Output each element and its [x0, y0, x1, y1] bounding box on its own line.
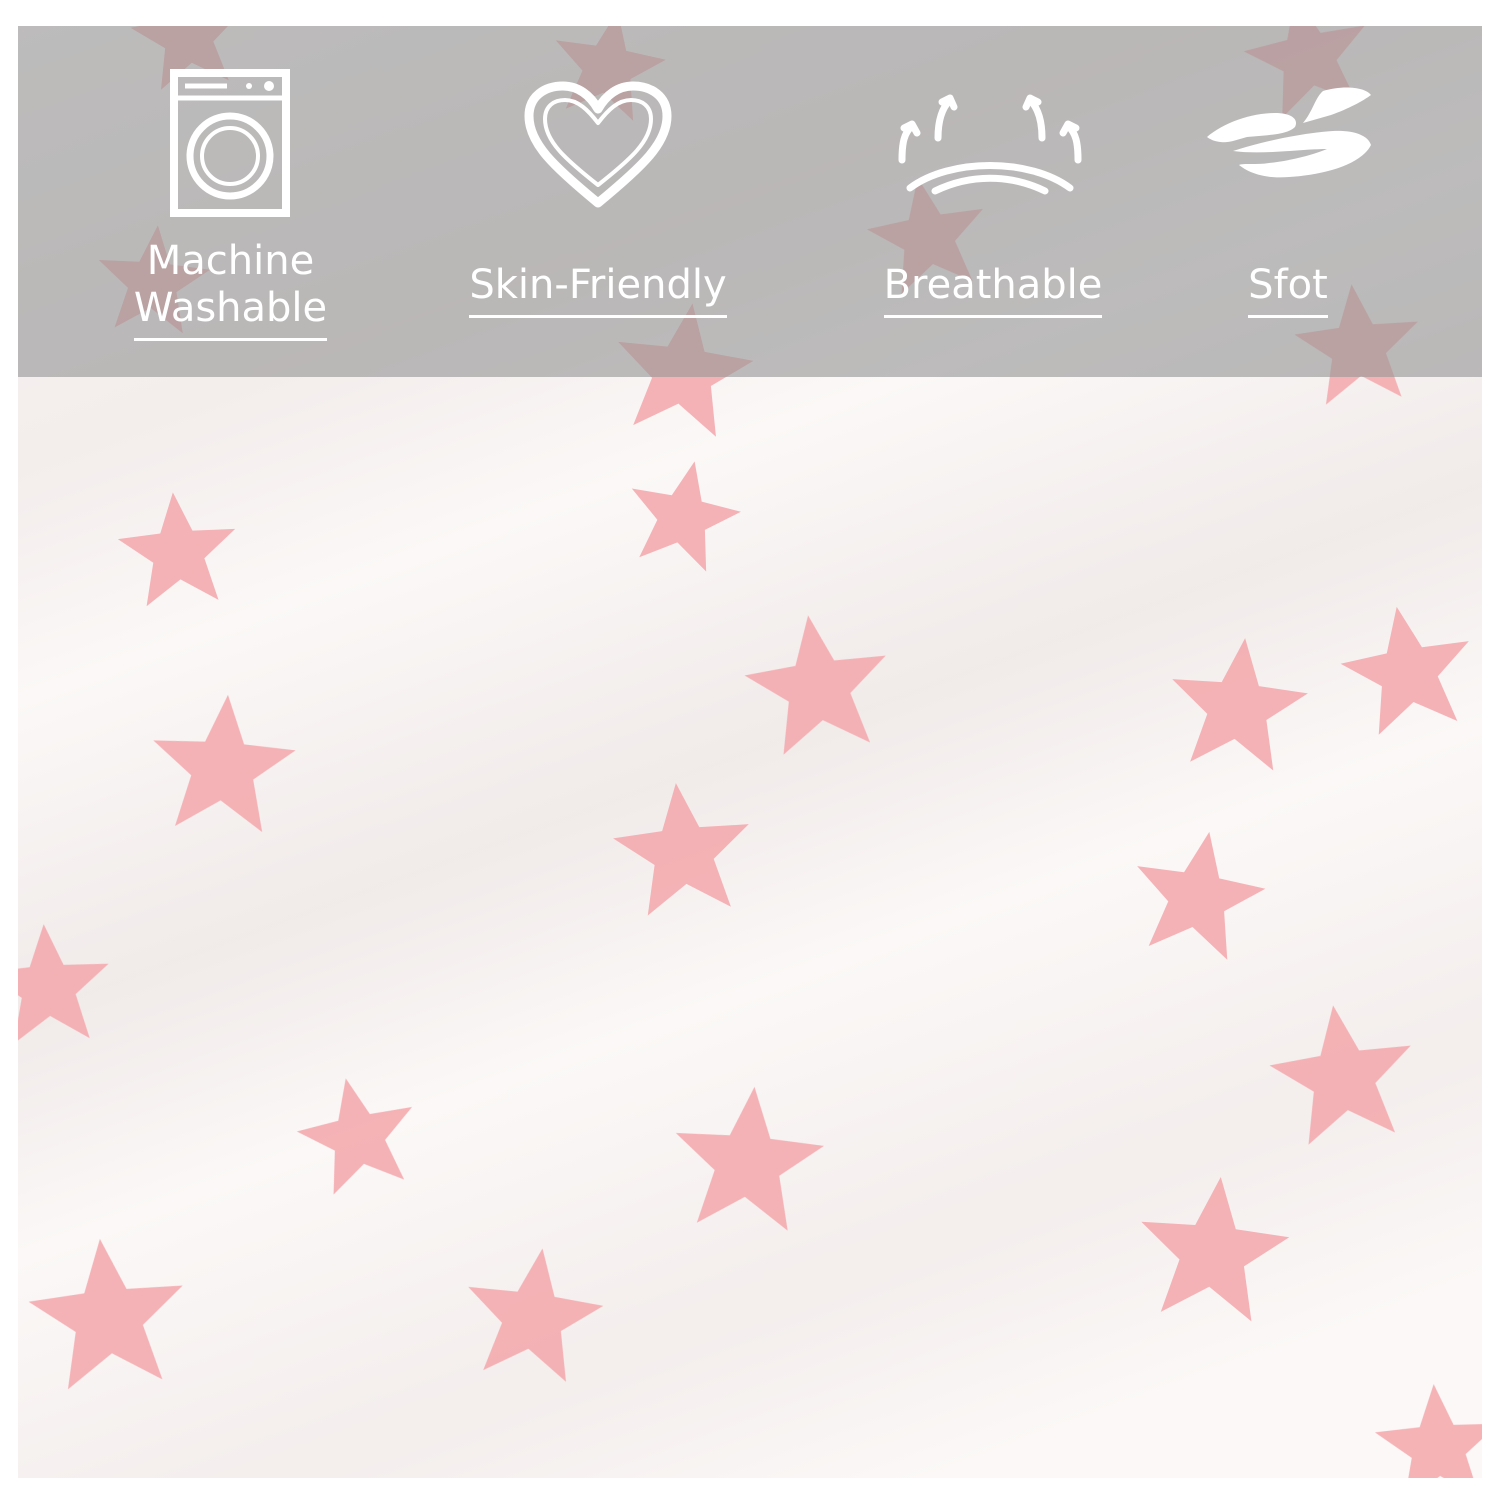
features-banner: Machine Washable Skin-Friendly Breathabl… [18, 26, 1482, 377]
feature-label-line2: Washable [133, 285, 328, 331]
washing-machine-icon [170, 69, 290, 217]
feature-label: Sfot [1248, 262, 1328, 318]
feature-skin-friendly: Skin-Friendly [458, 26, 738, 377]
fabric-photo: Machine Washable Skin-Friendly Breathabl… [18, 26, 1482, 1478]
hand-feather-icon [1207, 87, 1371, 178]
feature-breathable: Breathable [868, 26, 1118, 377]
feature-label-line1: Machine [146, 238, 315, 284]
feature-machine-washable: Machine Washable [118, 26, 343, 377]
feature-label: Breathable [883, 262, 1103, 318]
feature-label: Skin-Friendly [469, 262, 727, 318]
heart-icon [524, 81, 672, 208]
feature-soft: Sfot [1188, 26, 1388, 377]
feature-label: Machine Washable [133, 238, 328, 341]
breathable-arrows-icon [898, 94, 1082, 195]
